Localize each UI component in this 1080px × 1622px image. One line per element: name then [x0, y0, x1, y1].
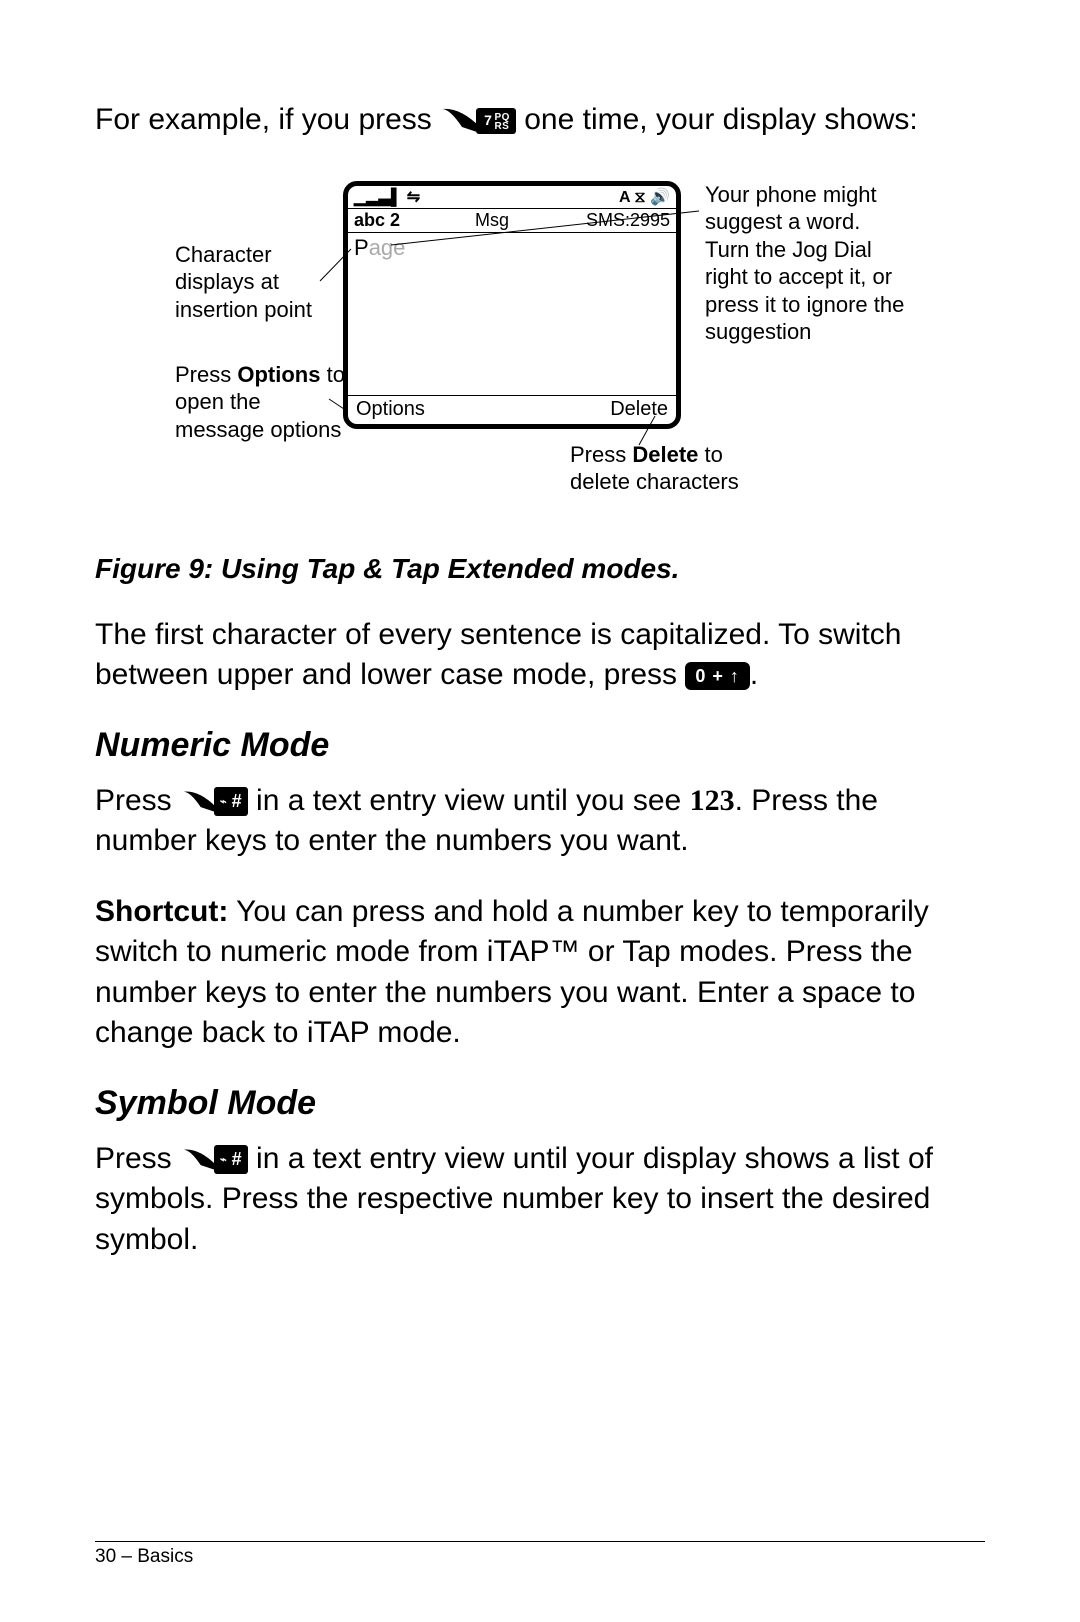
footer-rule [95, 1541, 985, 1542]
screen-title: Msg [418, 210, 566, 231]
word-suggestion: age [369, 235, 406, 260]
numeric-indicator-icon: 123 [690, 784, 735, 817]
callout-suggestion: Your phone might suggest a word. Turn th… [705, 181, 905, 346]
key-hash-icon: ⌁ # [214, 787, 248, 815]
key-swoosh-icon [440, 107, 480, 135]
numeric-para-1: Press ⌁ # in a text entry view until you… [95, 781, 985, 862]
entry-mode: abc 2 [348, 210, 418, 231]
key-7-icon: 7PQRS [476, 108, 516, 133]
heading-symbol-mode: Symbol Mode [95, 1084, 985, 1123]
sms-counter: SMS:2995 [566, 210, 676, 231]
figure-caption: Figure 9: Using Tap & Tap Extended modes… [95, 553, 985, 585]
intro-line: For example, if you press 7PQRS one time… [95, 100, 985, 141]
callout-character: Character displays at insertion point [175, 241, 335, 324]
entry-header: abc 2 Msg SMS:2995 [348, 209, 676, 233]
softkey-bar: Options Delete [348, 395, 676, 423]
status-bar: ▁▂▃▌ ⇋ A ⧖ 🔊 [348, 186, 676, 209]
typed-char: P [354, 235, 369, 260]
callout-delete: Press Delete to delete characters [570, 441, 770, 496]
figure-9: ▁▂▃▌ ⇋ A ⧖ 🔊 abc 2 Msg SMS:2995 Page Opt… [95, 181, 985, 541]
callout-options: Press Options to open the message option… [175, 361, 345, 444]
key-0-icon: 0 + ↑ [685, 662, 750, 690]
shortcut-label: Shortcut: [95, 895, 228, 928]
key-7-bot: RS [494, 121, 509, 132]
text-entry-area: Page [348, 233, 676, 395]
phone-screen: ▁▂▃▌ ⇋ A ⧖ 🔊 abc 2 Msg SMS:2995 Page Opt… [343, 181, 681, 429]
intro-post: one time, your display shows: [524, 103, 918, 136]
status-right: A ⧖ 🔊 [619, 187, 670, 207]
manual-page: For example, if you press 7PQRS one time… [0, 0, 1080, 1622]
key-swoosh-icon [180, 790, 218, 814]
softkey-delete: Delete [610, 398, 668, 421]
page-footer: 30 – Basics [95, 1546, 193, 1568]
key-hash-icon: ⌁ # [214, 1145, 248, 1173]
symbol-para-1: Press ⌁ # in a text entry view until you… [95, 1139, 985, 1261]
intro-pre: For example, if you press [95, 103, 440, 136]
numeric-shortcut: Shortcut: You can press and hold a numbe… [95, 892, 985, 1054]
key-swoosh-icon [180, 1148, 218, 1172]
caps-paragraph: The first character of every sentence is… [95, 615, 985, 696]
softkey-options: Options [356, 398, 425, 421]
heading-numeric-mode: Numeric Mode [95, 726, 985, 765]
key-7-num: 7 [484, 112, 492, 128]
signal-icon: ▁▂▃▌ ⇋ [354, 187, 420, 207]
